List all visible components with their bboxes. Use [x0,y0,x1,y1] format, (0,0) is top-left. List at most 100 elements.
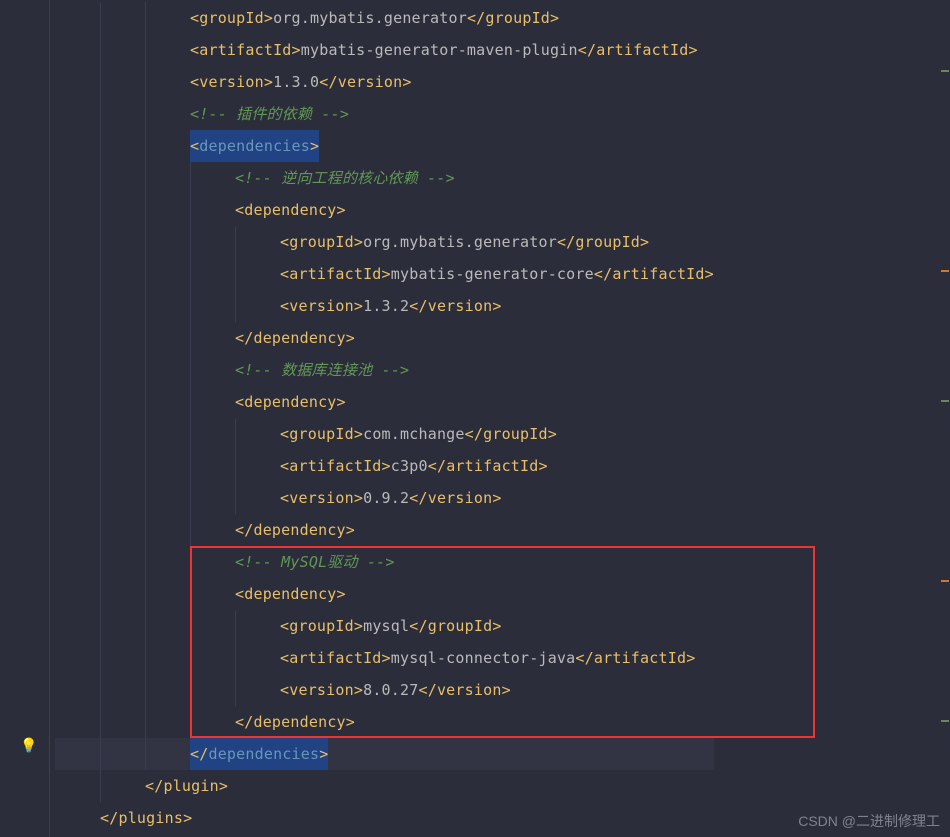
code-line[interactable]: </dependencies> [55,738,714,770]
code-line[interactable]: <version>1.3.0</version> [55,66,714,98]
token-text: mybatis-generator-core [391,265,594,283]
error-stripe-marker[interactable] [941,580,949,582]
indent-guide [100,322,145,354]
indent-guide [100,514,145,546]
token-bracket: > [354,233,363,251]
token-bracket: < [280,297,289,315]
indent-guide [100,98,145,130]
indent-guide [145,482,190,514]
token-bracket: > [640,233,649,251]
token-tag: dependency [253,329,345,347]
code-line[interactable]: <artifactId>c3p0</artifactId> [55,450,714,482]
code-line[interactable]: </plugin> [55,770,714,802]
code-line[interactable]: </plugins> [55,802,714,834]
token-bracket: > [550,9,559,27]
token-bracket: > [354,489,363,507]
token-bracket: > [539,457,548,475]
token-tag: version [289,297,354,315]
code-line[interactable]: <groupId>org.mybatis.generator</groupId> [55,226,714,258]
indent-guide [100,610,145,642]
indent-guide [55,386,100,418]
indent-guide [55,738,100,770]
code-line[interactable]: <groupId>org.mybatis.generator</groupId> [55,2,714,34]
token-tag: version [437,681,502,699]
token-tag: dependency [244,393,336,411]
code-line[interactable]: <version>0.9.2</version> [55,482,714,514]
code-line[interactable]: <!-- 逆向工程的核心依赖 --> [55,162,714,194]
indent-guide [100,578,145,610]
code-line[interactable]: <dependency> [55,578,714,610]
token-comment: <!-- 插件的依赖 --> [190,105,349,123]
lightbulb-icon[interactable]: 💡 [20,738,37,754]
token-tag: artifactId [289,265,381,283]
token-bracket: > [346,521,355,539]
indent-guide [235,226,280,258]
code-editor-content[interactable]: <groupId>org.mybatis.generator</groupId>… [55,2,714,834]
token-bracket: > [382,457,391,475]
token-bracket: > [183,809,192,827]
code-line[interactable]: <!-- MySQL驱动 --> [55,546,714,578]
code-line[interactable]: </dependency> [55,514,714,546]
token-tag: groupId [483,425,548,443]
token-tag: version [199,73,264,91]
indent-guide [55,642,100,674]
token-bracket: < [190,41,199,59]
code-line[interactable]: <!-- 插件的依赖 --> [55,98,714,130]
error-stripe-marker[interactable] [941,400,949,402]
token-bracket: > [686,649,695,667]
error-stripe-marker[interactable] [941,270,949,272]
token-bracket: </ [467,9,485,27]
code-line[interactable]: <version>1.3.2</version> [55,290,714,322]
indent-guide [100,770,145,802]
indent-guide [190,354,235,386]
indent-guide [55,162,100,194]
code-line[interactable]: <!-- 数据库连接池 --> [55,354,714,386]
token-bracket: </ [319,73,337,91]
indent-guide [100,482,145,514]
indent-guide [190,290,235,322]
code-line[interactable]: <groupId>mysql</groupId> [55,610,714,642]
watermark-text: CSDN @二进制修理工 [798,811,940,831]
code-line[interactable]: <version>8.0.27</version> [55,674,714,706]
indent-guide [100,642,145,674]
indent-guide [100,386,145,418]
token-tag: artifactId [446,457,538,475]
token-bracket: > [354,425,363,443]
token-bracket: > [219,777,228,795]
indent-guide [100,738,145,770]
indent-guide [145,226,190,258]
editor-gutter: 💡 [0,0,50,837]
code-line[interactable]: </dependency> [55,706,714,738]
token-bracket: > [402,73,411,91]
indent-guide [145,34,190,66]
indent-guide [190,226,235,258]
token-comment: <!-- MySQL驱动 --> [235,553,395,571]
indent-guide [55,450,100,482]
token-comment: <!-- 逆向工程的核心依赖 --> [235,169,455,187]
indent-guide [145,66,190,98]
token-bracket: </ [235,329,253,347]
token-bracket: > [292,41,301,59]
code-line[interactable]: </dependency> [55,322,714,354]
code-line[interactable]: <dependency> [55,194,714,226]
error-stripe-marker[interactable] [941,720,949,722]
code-line[interactable]: <dependency> [55,386,714,418]
indent-guide [55,802,100,834]
code-line[interactable]: <artifactId>mysql-connector-java</artifa… [55,642,714,674]
code-line[interactable]: <dependencies> [55,130,714,162]
indent-guide [145,418,190,450]
token-text: 8.0.27 [363,681,418,699]
token-tag: artifactId [199,41,291,59]
indent-guide [145,738,190,770]
code-line[interactable]: <groupId>com.mchange</groupId> [55,418,714,450]
indent-guide [55,290,100,322]
indent-guide [190,258,235,290]
indent-guide [100,418,145,450]
error-stripe-marker[interactable] [941,70,949,72]
code-line[interactable]: <artifactId>mybatis-generator-core</arti… [55,258,714,290]
indent-guide [190,610,235,642]
code-line[interactable]: <artifactId>mybatis-generator-maven-plug… [55,34,714,66]
token-bracket: </ [409,617,427,635]
indent-guide [235,418,280,450]
token-bracket: </ [428,457,446,475]
